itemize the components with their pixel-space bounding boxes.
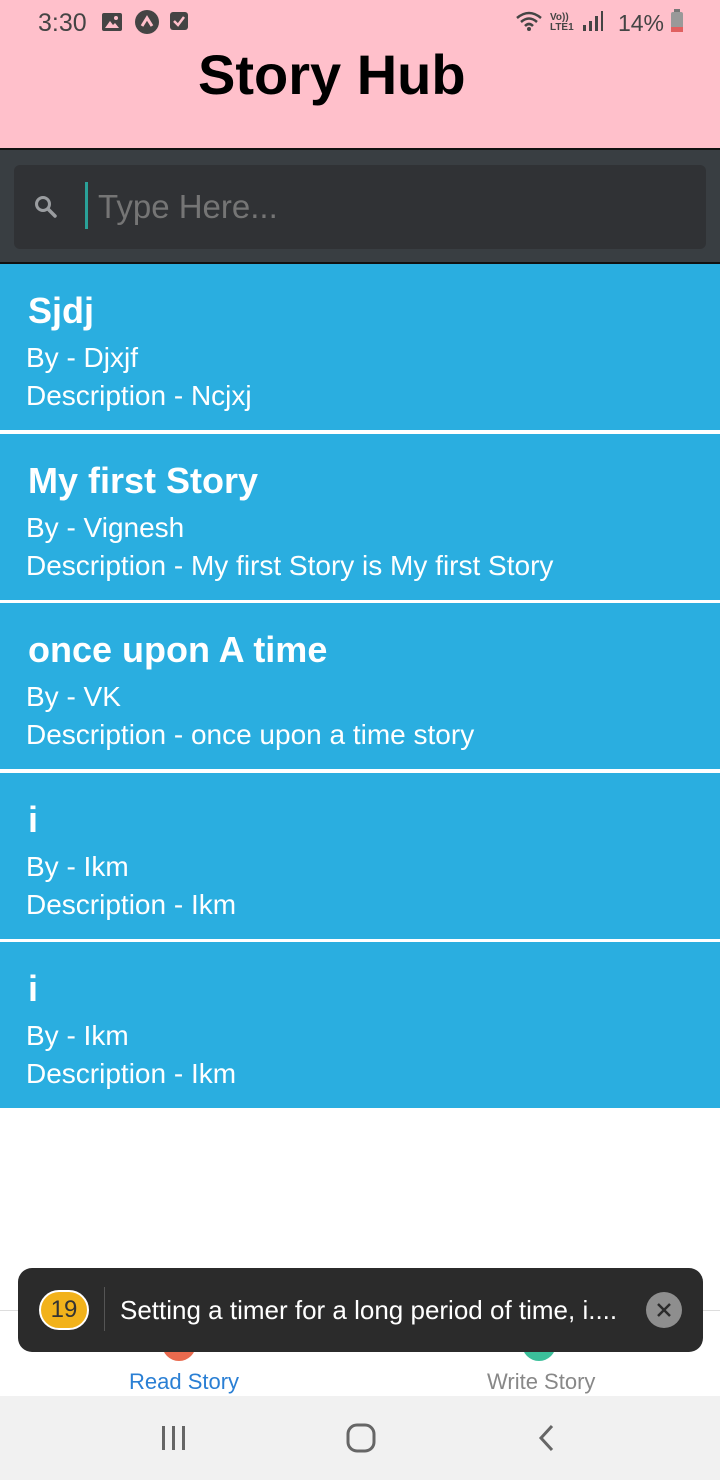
story-author: By - Vignesh: [26, 512, 185, 543]
story-title: i: [28, 968, 39, 1009]
search-icon[interactable]: [32, 193, 60, 221]
story-title: i: [28, 799, 39, 840]
recent-apps-icon[interactable]: [154, 1418, 194, 1458]
home-icon[interactable]: [341, 1418, 381, 1458]
story-author: By - VK: [26, 681, 121, 712]
text-cursor: [85, 182, 88, 229]
search-box[interactable]: [14, 165, 706, 249]
story-description: Description - once upon a time story: [26, 719, 475, 750]
image-icon: [101, 11, 123, 33]
story-description: Description - My first Story is My first…: [26, 550, 554, 581]
app-header: 3:30 Vo)) LTE1 14% Story Hub: [0, 0, 720, 148]
search-bar: [0, 148, 720, 264]
story-card[interactable]: Sjdj By - Djxjf Description - Ncjxj: [0, 264, 720, 430]
toast-divider: [104, 1287, 105, 1331]
warning-toast[interactable]: 19 Setting a timer for a long period of …: [18, 1268, 703, 1352]
story-card[interactable]: i By - Ikm Description - Ikm: [0, 773, 720, 939]
system-nav-bar: [0, 1396, 720, 1480]
story-description: Description - Ikm: [26, 1058, 237, 1089]
story-description: Description - Ikm: [26, 889, 237, 920]
story-author: By - Ikm: [26, 851, 129, 882]
signal-icon: [582, 10, 604, 37]
story-card[interactable]: i By - Ikm Description - Ikm: [0, 942, 720, 1108]
story-title: Sjdj: [28, 290, 95, 331]
network-label: Vo)) LTE1: [549, 12, 574, 33]
tab-write-story-label: Write Story: [487, 1369, 596, 1394]
story-title: My first Story: [28, 460, 259, 501]
battery-percent: 14%: [617, 9, 664, 36]
status-right: Vo)) LTE1 14%: [514, 8, 684, 38]
story-description: Description - Ncjxj: [26, 380, 252, 411]
story-title: once upon A time: [28, 629, 328, 670]
story-card[interactable]: once upon A time By - VK Description - o…: [0, 603, 720, 769]
close-icon[interactable]: [646, 1292, 682, 1328]
story-card[interactable]: My first Story By - Vignesh Description …: [0, 434, 720, 600]
tab-read-story-label: Read Story: [129, 1369, 240, 1394]
page-title: Story Hub: [198, 43, 466, 106]
status-bar: 3:30 Vo)) LTE1 14%: [0, 0, 720, 46]
wifi-icon: [514, 10, 544, 37]
search-input[interactable]: [98, 183, 678, 231]
warning-count-badge: 19: [39, 1290, 89, 1330]
check-box-icon: [169, 11, 191, 33]
story-author: By - Djxjf: [26, 342, 138, 373]
status-time: 3:30: [38, 9, 87, 37]
toast-message: Setting a timer for a long period of tim…: [120, 1295, 618, 1325]
battery-icon: [670, 8, 684, 38]
arrow-up-icon: [134, 9, 160, 35]
back-icon[interactable]: [528, 1418, 568, 1458]
story-author: By - Ikm: [26, 1020, 129, 1051]
